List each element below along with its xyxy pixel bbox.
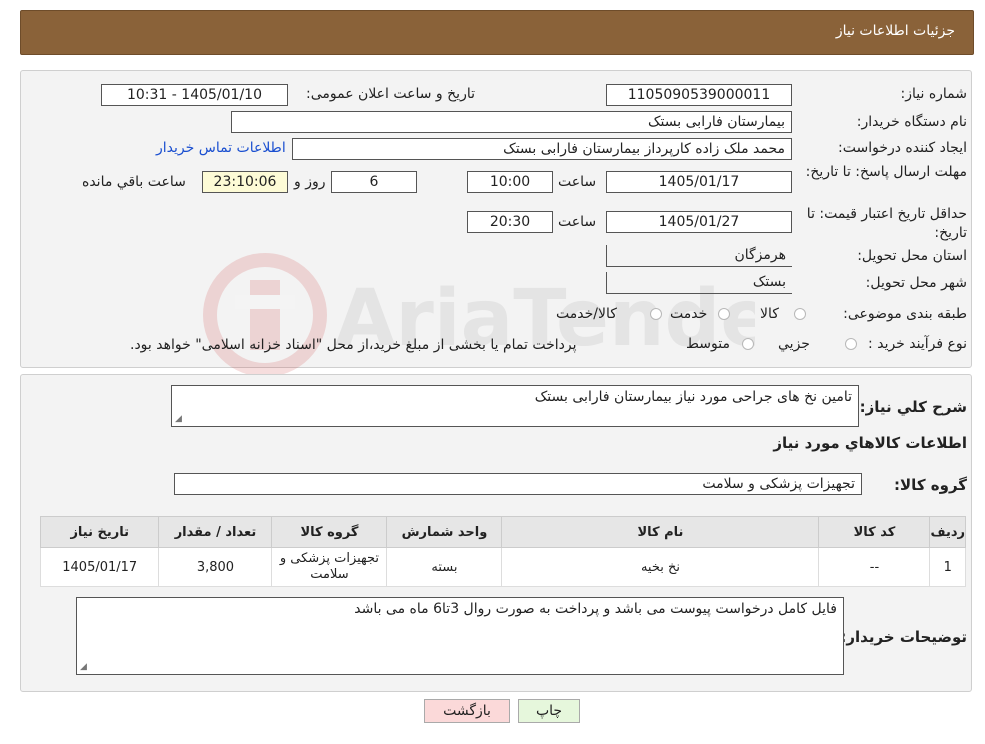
col-unit-header: واحد شمارش	[386, 516, 503, 548]
col-row-header: رديف	[929, 516, 966, 548]
summary-textarea: تامین نخ های جراحی مورد نیاز بیمارستان ف…	[171, 385, 859, 427]
province-label: استان محل تحویل:	[857, 248, 967, 264]
process-note: پرداخت تمام یا بخشی از مبلغ خرید،از محل …	[130, 337, 577, 353]
print-button[interactable]: چاپ	[518, 699, 580, 723]
category-goods-label: کالا	[760, 306, 779, 322]
goods-group-label: گروه کالا:	[894, 476, 967, 494]
process-type-label: نوع فرآیند خرید :	[868, 336, 967, 352]
deadline-date-field: 1405/01/17	[606, 171, 792, 193]
resize-grip-icon[interactable]: ◢	[175, 414, 182, 424]
col-code-header: کد کالا	[818, 516, 931, 548]
category-service-label: خدمت	[670, 306, 708, 322]
table-row: 1 -- نخ بخیه بسته تجهیزات پزشکی و سلامت …	[39, 547, 966, 587]
process-medium-radio[interactable]	[742, 338, 754, 350]
city-field: بستک	[606, 272, 792, 294]
deadline-time-label: ساعت	[558, 174, 597, 190]
goods-info-title: اطلاعات کالاهاي مورد نياز	[773, 434, 967, 452]
buyer-notes-textarea: فایل کامل درخواست پیوست می باشد و پرداخت…	[76, 597, 844, 675]
summary-label: شرح کلي نياز:	[859, 398, 967, 416]
days-and-label: روز و	[294, 174, 326, 190]
cell-group: تجهیزات پزشکی و سلامت	[271, 547, 388, 587]
process-partial-radio[interactable]	[845, 338, 857, 350]
page-title: جزئیات اطلاعات نیاز	[835, 23, 955, 39]
back-button[interactable]: بازگشت	[424, 699, 510, 723]
buyer-org-label: نام دستگاه خریدار:	[856, 114, 967, 130]
goods-group-field: تجهیزات پزشکی و سلامت	[174, 473, 862, 495]
validity-date-field: 1405/01/27	[606, 211, 792, 233]
need-number-label: شماره نیاز:	[900, 86, 968, 102]
process-medium-label: متوسط	[686, 336, 730, 352]
goods-table: رديف کد کالا نام کالا واحد شمارش گروه کا…	[39, 516, 966, 587]
buyer-contact-link[interactable]: اطلاعات تماس خریدار	[156, 140, 286, 156]
remaining-days-field: 6	[331, 171, 417, 193]
col-date-header: تاریخ نیاز	[39, 516, 160, 548]
category-goods-radio[interactable]	[794, 308, 806, 320]
province-field: هرمزگان	[606, 245, 792, 267]
remaining-label: ساعت باقي مانده	[82, 174, 186, 190]
deadline-label: مهلت ارسال پاسخ: تا تاریخ:	[805, 164, 967, 180]
creator-label: ایجاد کننده درخواست:	[838, 140, 967, 156]
need-number-field: 1105090539000011	[606, 84, 792, 106]
category-label: طبقه بندی موضوعی:	[843, 306, 967, 322]
cell-row: 1	[929, 547, 966, 587]
validity-time-label: ساعت	[558, 214, 597, 230]
cell-qty: 3,800	[158, 547, 273, 587]
col-group-header: گروه کالا	[271, 516, 388, 548]
city-label: شهر محل تحویل:	[865, 275, 967, 291]
category-service-radio[interactable]	[718, 308, 730, 320]
announce-datetime-field: 1405/01/10 - 10:31	[101, 84, 288, 106]
table-header-row: رديف کد کالا نام کالا واحد شمارش گروه کا…	[39, 516, 966, 548]
category-goods-service-radio[interactable]	[650, 308, 662, 320]
buyer-notes-label: توضیحات خریدار:	[840, 628, 967, 646]
validity-time-field: 20:30	[467, 211, 553, 233]
resize-grip-icon[interactable]: ◢	[80, 662, 87, 672]
announce-datetime-label: تاریخ و ساعت اعلان عمومی:	[306, 86, 475, 102]
buyer-org-field: بیمارستان فارابی بستک	[231, 111, 792, 133]
buyer-notes-text: فایل کامل درخواست پیوست می باشد و پرداخت…	[354, 601, 837, 617]
cell-code: --	[818, 547, 931, 587]
process-partial-label: جزیي	[778, 336, 810, 352]
page-header: جزئیات اطلاعات نیاز	[20, 10, 974, 55]
col-name-header: نام کالا	[501, 516, 820, 548]
cell-name: نخ بخیه	[501, 547, 820, 587]
cell-unit: بسته	[386, 547, 503, 587]
deadline-time-field: 10:00	[467, 171, 553, 193]
price-validity-label: حداقل تاریخ اعتبار قیمت: تا تاریخ:	[806, 206, 967, 241]
col-qty-header: تعداد / مقدار	[158, 516, 273, 548]
creator-field: محمد ملک زاده کارپرداز بیمارستان فارابی …	[292, 138, 792, 160]
cell-date: 1405/01/17	[39, 547, 160, 587]
category-goods-service-label: کالا/خدمت	[556, 306, 617, 322]
remaining-time-field: 23:10:06	[202, 171, 288, 193]
summary-text: تامین نخ های جراحی مورد نیاز بیمارستان ف…	[534, 389, 852, 405]
